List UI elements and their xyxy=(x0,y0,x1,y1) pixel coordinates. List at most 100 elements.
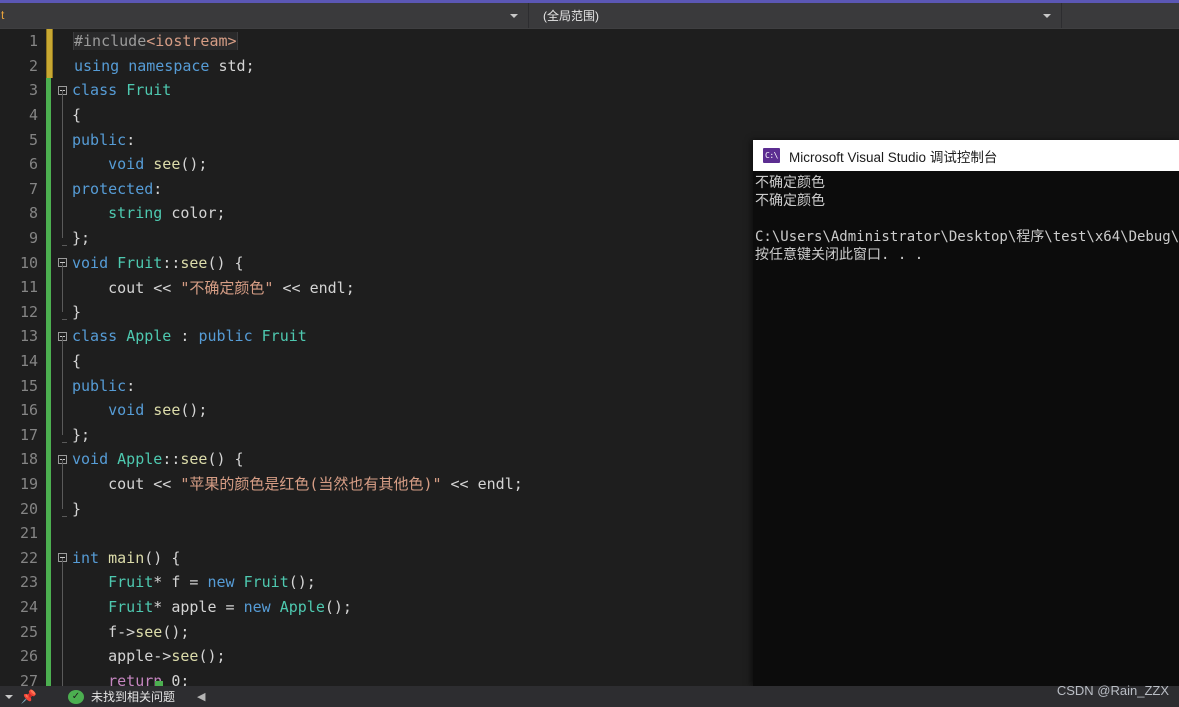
fold-region-end xyxy=(56,299,69,325)
fold-toggle-icon[interactable] xyxy=(56,545,69,571)
code-token: (); xyxy=(180,401,208,420)
fold-guide-line xyxy=(56,397,69,423)
code-token: #include xyxy=(74,32,147,51)
line-number: 6 xyxy=(28,155,38,174)
code-line-text: { xyxy=(69,106,1179,124)
status-bar: 📌 ✓ 未找到相关问题 ◀ xyxy=(0,686,1179,707)
editor-navigation-bar: (全局范围) xyxy=(0,3,1179,28)
line-number: 5 xyxy=(28,130,38,149)
code-token: Fruit xyxy=(117,253,163,272)
code-token: void xyxy=(108,155,145,174)
line-number: 20 xyxy=(19,499,38,518)
line-number: 15 xyxy=(19,376,38,395)
fold-empty xyxy=(58,29,71,54)
code-token: see xyxy=(135,622,163,641)
code-token: see xyxy=(153,401,181,420)
code-token: ; xyxy=(345,278,355,297)
horizontal-scroll-marker xyxy=(155,681,163,686)
line-number: 7 xyxy=(28,179,38,198)
code-token: class xyxy=(72,327,118,346)
code-line-text: using namespace std; xyxy=(71,57,1179,75)
code-token: Apple xyxy=(117,450,163,469)
line-number: 2 xyxy=(28,56,38,75)
fold-toggle-icon[interactable] xyxy=(56,78,69,103)
console-title-bar[interactable]: C:\ Microsoft Visual Studio 调试控制台 xyxy=(753,140,1179,171)
code-token: : xyxy=(153,179,163,198)
code-token: -> xyxy=(153,647,172,666)
code-token: ; xyxy=(245,56,255,75)
code-token: apple xyxy=(171,597,217,616)
document-tab-stub[interactable]: t xyxy=(0,3,14,28)
fold-guide-line xyxy=(56,348,69,374)
fold-guide-line xyxy=(56,471,69,497)
member-dropdown-label: (全局范围) xyxy=(543,9,599,23)
code-token: ; xyxy=(513,475,523,494)
code-line[interactable]: 4{ xyxy=(0,102,1179,128)
code-line-text: #include<iostream> xyxy=(71,32,1179,51)
code-line[interactable]: 3 class Fruit xyxy=(0,78,1179,103)
console-title-text: Microsoft Visual Studio 调试控制台 xyxy=(789,149,998,165)
fold-toggle-icon[interactable] xyxy=(56,250,69,275)
code-token: } xyxy=(72,499,82,518)
code-token: -> xyxy=(117,622,136,641)
extra-dropdown[interactable] xyxy=(1062,3,1179,28)
fold-guide-line xyxy=(56,127,69,152)
fold-toggle-icon[interactable] xyxy=(56,324,69,349)
line-number: 18 xyxy=(19,450,38,469)
line-number: 1 xyxy=(28,32,38,51)
line-number: 3 xyxy=(28,81,38,100)
line-number: 13 xyxy=(19,327,38,346)
chevron-down-icon[interactable] xyxy=(506,3,522,28)
change-indicator-bar xyxy=(46,29,53,54)
line-number: 21 xyxy=(19,524,38,543)
code-token: ; xyxy=(216,204,226,223)
fold-guide-line xyxy=(56,201,69,226)
line-number: 25 xyxy=(19,622,38,641)
code-token: Fruit xyxy=(261,327,307,346)
code-token: cout xyxy=(108,278,145,297)
code-token: endl xyxy=(309,278,346,297)
code-token: () { xyxy=(207,253,244,272)
scroll-left-arrow-icon[interactable]: ◀ xyxy=(197,690,227,703)
pin-icon[interactable]: 📌 xyxy=(18,689,40,705)
watermark-text: CSDN @Rain_ZZX xyxy=(1056,683,1169,698)
chevron-down-icon[interactable] xyxy=(0,686,18,707)
fold-toggle-icon[interactable] xyxy=(56,447,69,472)
code-token: Fruit xyxy=(126,81,172,100)
code-token: class xyxy=(72,81,118,100)
scope-dropdown[interactable] xyxy=(0,3,529,28)
code-token: (); xyxy=(198,647,226,666)
code-token: see xyxy=(180,450,208,469)
member-dropdown[interactable]: (全局范围) xyxy=(529,3,1062,28)
code-token: = xyxy=(216,597,244,616)
code-token: main xyxy=(108,548,145,567)
code-token: * xyxy=(153,597,172,616)
debug-console-window[interactable]: C:\ Microsoft Visual Studio 调试控制台 不确定颜色不… xyxy=(753,140,1179,686)
code-token: << xyxy=(144,475,181,494)
fold-guide-line xyxy=(56,643,69,669)
code-token: * xyxy=(153,573,172,592)
code-line[interactable]: 1 #include<iostream> xyxy=(0,29,1179,54)
code-token: :: xyxy=(162,450,181,469)
code-line-text: class Fruit xyxy=(69,81,1179,100)
chevron-down-icon[interactable] xyxy=(1039,3,1055,28)
line-number: 16 xyxy=(19,401,38,420)
code-token: public xyxy=(72,376,127,395)
line-number: 8 xyxy=(28,204,38,223)
code-token: Fruit xyxy=(108,573,154,592)
code-token: : xyxy=(126,130,136,149)
code-line[interactable]: 2 using namespace std; xyxy=(0,53,1179,79)
code-token: void xyxy=(72,450,109,469)
code-token: public xyxy=(72,130,127,149)
